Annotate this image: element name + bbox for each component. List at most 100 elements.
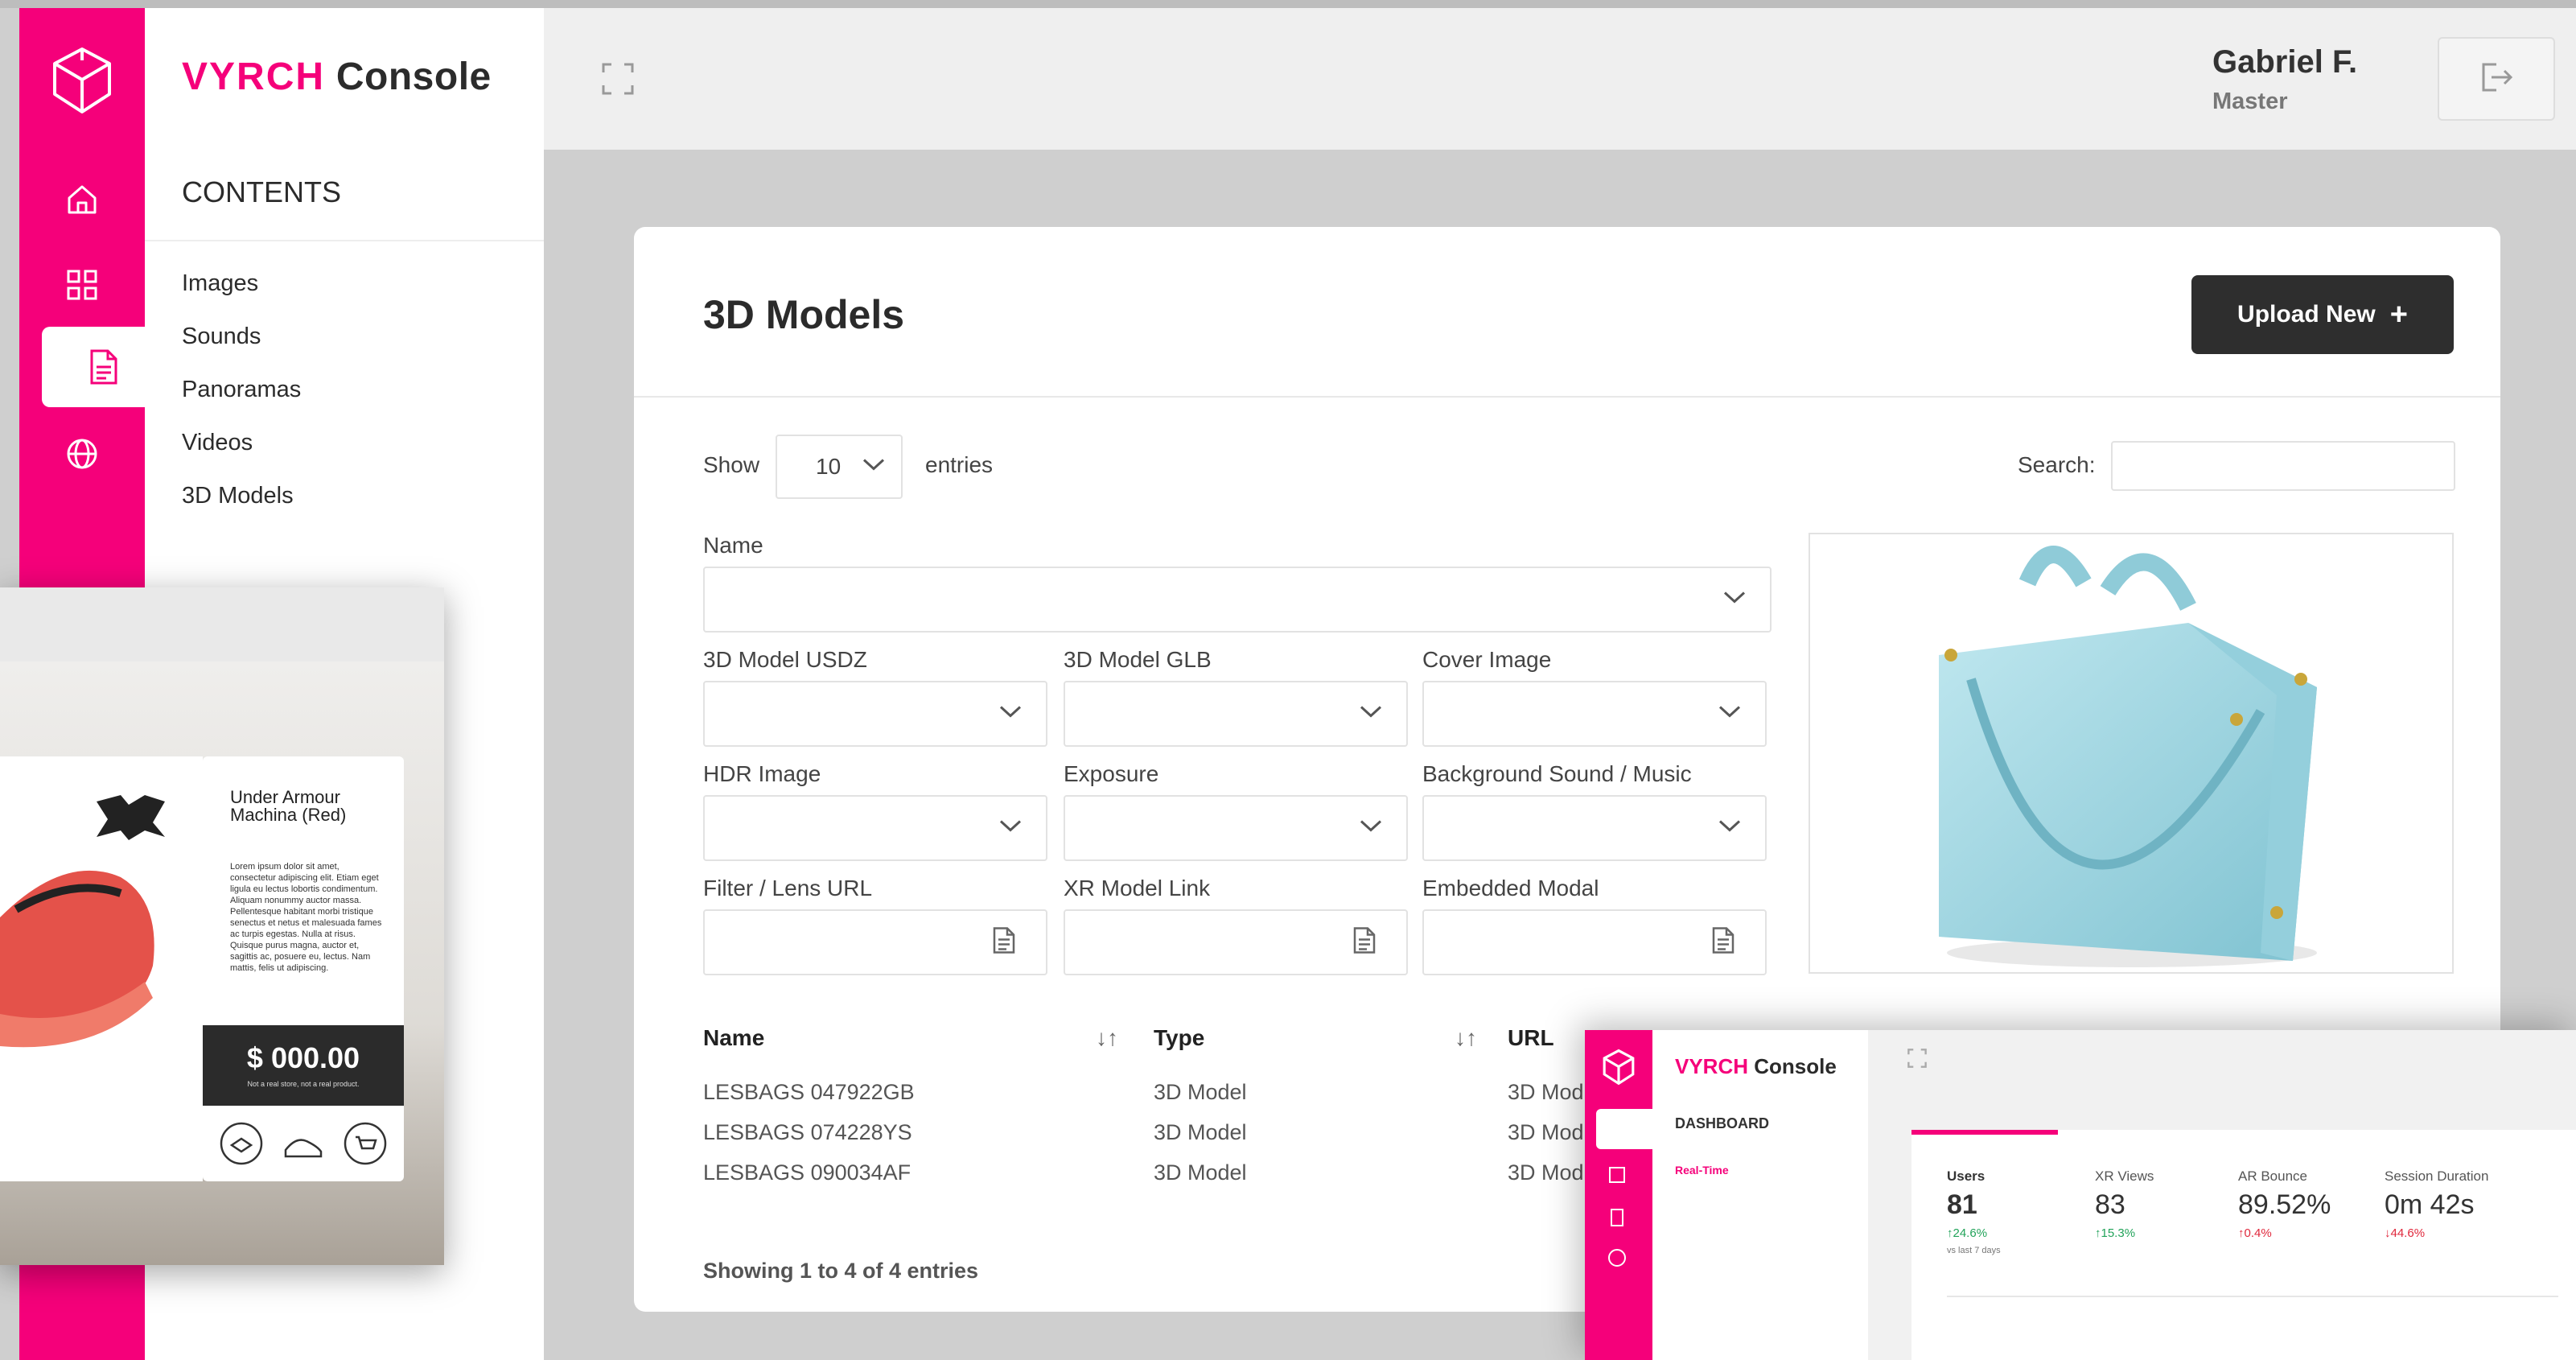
sidebar-item-sounds[interactable]: Sounds — [182, 324, 261, 350]
bg-sound-label: Background Sound / Music — [1422, 761, 1692, 786]
filter-label: Filter / Lens URL — [703, 876, 873, 900]
product-price: $ 000.00 — [246, 1041, 360, 1074]
chevron-down-icon — [999, 820, 1022, 837]
search-input[interactable] — [2111, 441, 2455, 491]
table-cell-url[interactable]: 3D Mod — [1508, 1080, 1584, 1105]
grid-icon[interactable] — [19, 245, 145, 325]
exposure-select[interactable] — [1064, 795, 1408, 861]
stat-label-users: Users — [1947, 1168, 1985, 1184]
chevron-down-icon — [862, 459, 885, 476]
handbag-image — [1939, 546, 2317, 967]
divider — [145, 240, 544, 241]
ar-view-icon[interactable] — [219, 1121, 264, 1170]
table-cell-name[interactable]: LESBAGS 047922GB — [703, 1080, 915, 1105]
sidebar-item-panoramas[interactable]: Panoramas — [182, 377, 301, 403]
brand-sub: Console — [335, 56, 492, 98]
top-strip — [0, 0, 2576, 8]
bg-sound-select[interactable] — [1422, 795, 1767, 861]
overlay-header-bar — [0, 587, 444, 661]
mini-brand-main: VYRCH — [1675, 1054, 1749, 1078]
stat-delta-session: ↓44.6% — [2385, 1226, 2426, 1240]
product-info-card: Under Armour Machina (Red) Lorem ipsum d… — [203, 756, 404, 1181]
shoe-3d-icon[interactable] — [281, 1121, 326, 1170]
chevron-down-icon — [1360, 706, 1382, 723]
stat-value-users: 81 — [1947, 1189, 1977, 1220]
chart-baseline — [1947, 1296, 2558, 1297]
product-preview-overlay: Under Armour Machina (Red) Lorem ipsum d… — [0, 587, 444, 1265]
logo-icon — [1601, 1048, 1636, 1090]
cover-select[interactable] — [1422, 681, 1767, 747]
glb-select[interactable] — [1064, 681, 1408, 747]
stats-tab-indicator — [1911, 1130, 2058, 1135]
search-label: Search: — [2018, 452, 2096, 477]
chevron-down-icon — [1360, 820, 1382, 837]
sidebar-item-3d-models[interactable]: 3D Models — [182, 483, 294, 509]
table-cell-url[interactable]: 3D Mod — [1508, 1160, 1584, 1185]
divider — [634, 396, 2500, 398]
stat-delta-xr-views: ↑15.3% — [2095, 1226, 2136, 1240]
home-icon[interactable] — [19, 159, 145, 240]
clipboard-icon[interactable] — [1352, 925, 1377, 960]
table-cell-name[interactable]: LESBAGS 090034AF — [703, 1160, 911, 1185]
sidebar-item-images[interactable]: Images — [182, 270, 258, 297]
hdr-select[interactable] — [703, 795, 1047, 861]
name-select[interactable] — [703, 567, 1772, 633]
mini-brand: VYRCH Console — [1675, 1054, 1837, 1079]
mini-section-title: DASHBOARD — [1675, 1115, 1769, 1131]
logo-icon[interactable] — [19, 40, 145, 121]
entries-select[interactable]: 10 — [776, 435, 903, 499]
pagination-info: Showing 1 to 4 of 4 entries — [703, 1259, 979, 1283]
plus-icon: + — [2389, 297, 2408, 332]
chevron-down-icon — [1723, 591, 1746, 608]
xr-link-input[interactable] — [1064, 909, 1408, 975]
mini-home-icon — [1596, 1109, 1652, 1149]
mini-document-icon — [1611, 1209, 1623, 1226]
exposure-label: Exposure — [1064, 761, 1159, 786]
user-name: Gabriel F. — [2212, 44, 2358, 80]
stat-value-xr-views: 83 — [2095, 1189, 2125, 1220]
cart-icon[interactable] — [343, 1121, 388, 1170]
table-cell-url[interactable]: 3D Mod — [1508, 1120, 1584, 1145]
logout-button[interactable] — [2438, 37, 2555, 121]
table-cell-type: 3D Model — [1154, 1120, 1247, 1144]
mini-fullscreen-icon — [1907, 1048, 1928, 1073]
stat-delta-ar-bounce: ↑0.4% — [2238, 1226, 2272, 1240]
model-preview[interactable] — [1809, 533, 2454, 974]
stat-label-xr-views: XR Views — [2095, 1168, 2154, 1184]
stat-delta-users: ↑24.6% — [1947, 1226, 1988, 1240]
upload-label: Upload New — [2237, 301, 2376, 328]
sort-icon[interactable]: ↓↑ — [1096, 1025, 1118, 1051]
col-header-type[interactable]: Type — [1154, 1025, 1204, 1051]
price-note: Not a real store, not a real product. — [247, 1080, 360, 1088]
sidebar-item-videos[interactable]: Videos — [182, 430, 253, 456]
fullscreen-icon[interactable] — [600, 61, 636, 101]
embedded-modal-input[interactable] — [1422, 909, 1767, 975]
product-title: Under Armour Machina (Red) — [230, 787, 347, 825]
mini-side-panel — [1652, 1030, 1868, 1360]
xr-link-label: XR Model Link — [1064, 876, 1211, 900]
brand-title: VYRCH Console — [182, 55, 492, 99]
clipboard-icon[interactable] — [991, 925, 1017, 960]
table-cell-type: 3D Model — [1154, 1160, 1247, 1185]
table-cell-type: 3D Model — [1154, 1080, 1247, 1104]
stat-label-ar-bounce: AR Bounce — [2238, 1168, 2307, 1184]
upload-new-button[interactable]: Upload New + — [2191, 275, 2454, 354]
price-box: $ 000.00 Not a real store, not a real pr… — [203, 1025, 404, 1106]
entries-value: 10 — [816, 454, 842, 479]
usdz-select[interactable] — [703, 681, 1047, 747]
chevron-down-icon — [999, 706, 1022, 723]
mini-grid-icon — [1609, 1167, 1625, 1183]
sort-icon[interactable]: ↓↑ — [1455, 1025, 1477, 1051]
stat-label-session: Session Duration — [2385, 1168, 2489, 1184]
cover-label: Cover Image — [1422, 647, 1552, 672]
stats-card — [1911, 1130, 2576, 1360]
col-header-url[interactable]: URL — [1508, 1025, 1554, 1051]
clipboard-icon[interactable] — [1710, 925, 1736, 960]
filter-url-input[interactable] — [703, 909, 1047, 975]
brand-logo-icon — [97, 795, 165, 840]
table-cell-name[interactable]: LESBAGS 074228YS — [703, 1120, 912, 1145]
globe-icon[interactable] — [19, 414, 145, 494]
action-icons — [211, 1119, 396, 1172]
col-header-name[interactable]: Name — [703, 1025, 764, 1051]
chevron-down-icon — [1718, 820, 1741, 837]
